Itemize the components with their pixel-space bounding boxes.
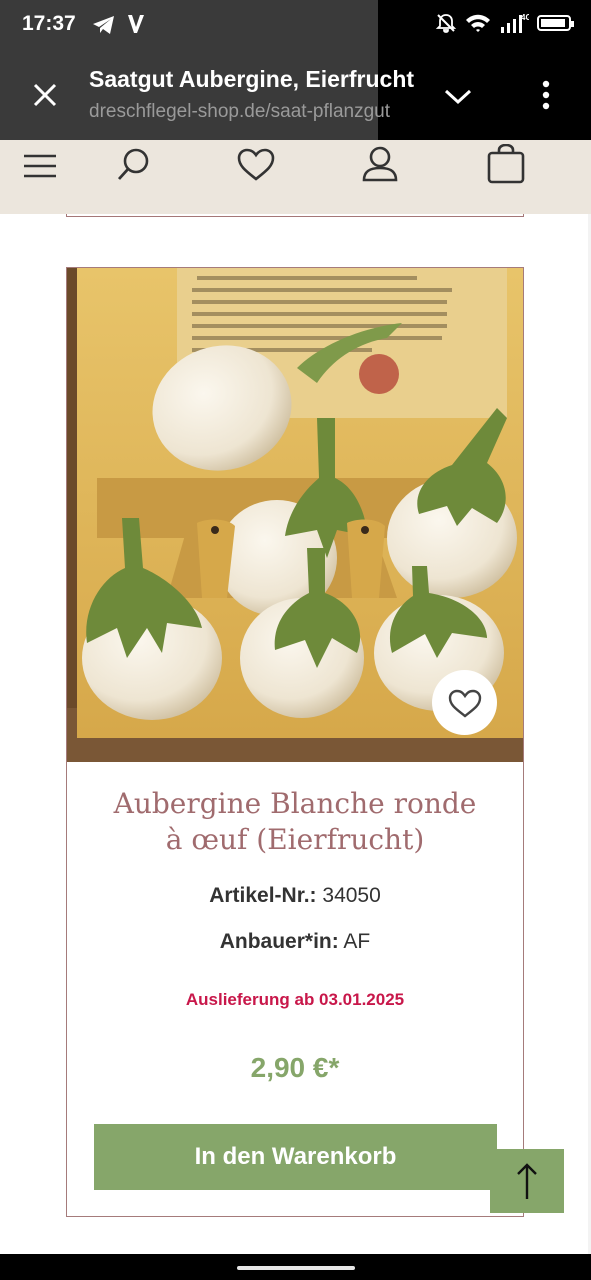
- delivery-date: Auslieferung ab 03.01.2025: [185, 990, 405, 1009]
- mute-icon: [435, 14, 457, 33]
- toolbar-dark-region: [378, 50, 591, 140]
- status-time: 17:37: [22, 12, 76, 35]
- page-title: Saatgut Aubergine, Eierfrucht: [89, 66, 414, 92]
- chevron-down-icon[interactable]: [443, 88, 473, 106]
- status-right-icons: 4G: [435, 12, 574, 34]
- product-image[interactable]: [67, 268, 523, 762]
- product-title-line2: à œuf (Eierfrucht): [165, 823, 425, 856]
- wifi-icon: [466, 14, 490, 32]
- svg-text:4G: 4G: [521, 13, 529, 22]
- product-price: 2,90 €*: [250, 1052, 340, 1083]
- grower-value: AF: [343, 930, 371, 953]
- article-label: Artikel-Nr.:: [209, 884, 317, 907]
- browser-toolbar: Saatgut Aubergine, Eierfrucht dreschfleg…: [0, 50, 591, 140]
- close-icon[interactable]: [28, 78, 62, 112]
- status-left-icons: [92, 13, 146, 41]
- wishlist-button[interactable]: [432, 670, 497, 735]
- product-title-line1: Aubergine Blanche ronde: [113, 787, 477, 820]
- previous-card-edge: [66, 214, 524, 217]
- telegram-icon: [93, 16, 114, 34]
- search-icon[interactable]: [112, 144, 156, 188]
- add-to-cart-button[interactable]: In den Warenkorb: [94, 1124, 497, 1190]
- system-nav-bar: [0, 1254, 591, 1280]
- user-icon[interactable]: [358, 144, 402, 188]
- status-bar: 17:37 4G: [0, 0, 591, 140]
- scroll-to-top-button[interactable]: [490, 1149, 564, 1213]
- arrow-up-icon: [517, 1163, 537, 1199]
- article-number-row: Artikel-Nr.: 34050: [67, 884, 523, 908]
- heart-icon[interactable]: [234, 144, 278, 188]
- article-number: 34050: [322, 884, 381, 907]
- v-app-icon: [127, 15, 144, 33]
- page-url[interactable]: dreschflegel-shop.de/saat-pflanzgut: [89, 101, 414, 123]
- gesture-handle[interactable]: [237, 1266, 355, 1270]
- product-title[interactable]: Aubergine Blanche ronde à œuf (Eierfruch…: [67, 786, 523, 858]
- signal-icon: 4G: [501, 13, 529, 33]
- menu-icon[interactable]: [18, 144, 62, 188]
- more-vert-icon[interactable]: [538, 80, 554, 110]
- site-header-nav: [0, 140, 591, 214]
- heart-icon: [448, 689, 481, 718]
- grower-row: Anbauer*in: AF: [67, 930, 523, 954]
- product-card[interactable]: Aubergine Blanche ronde à œuf (Eierfruch…: [66, 267, 524, 1217]
- grower-label: Anbauer*in:: [219, 930, 339, 953]
- bag-icon[interactable]: [484, 144, 528, 188]
- battery-icon: [537, 15, 574, 31]
